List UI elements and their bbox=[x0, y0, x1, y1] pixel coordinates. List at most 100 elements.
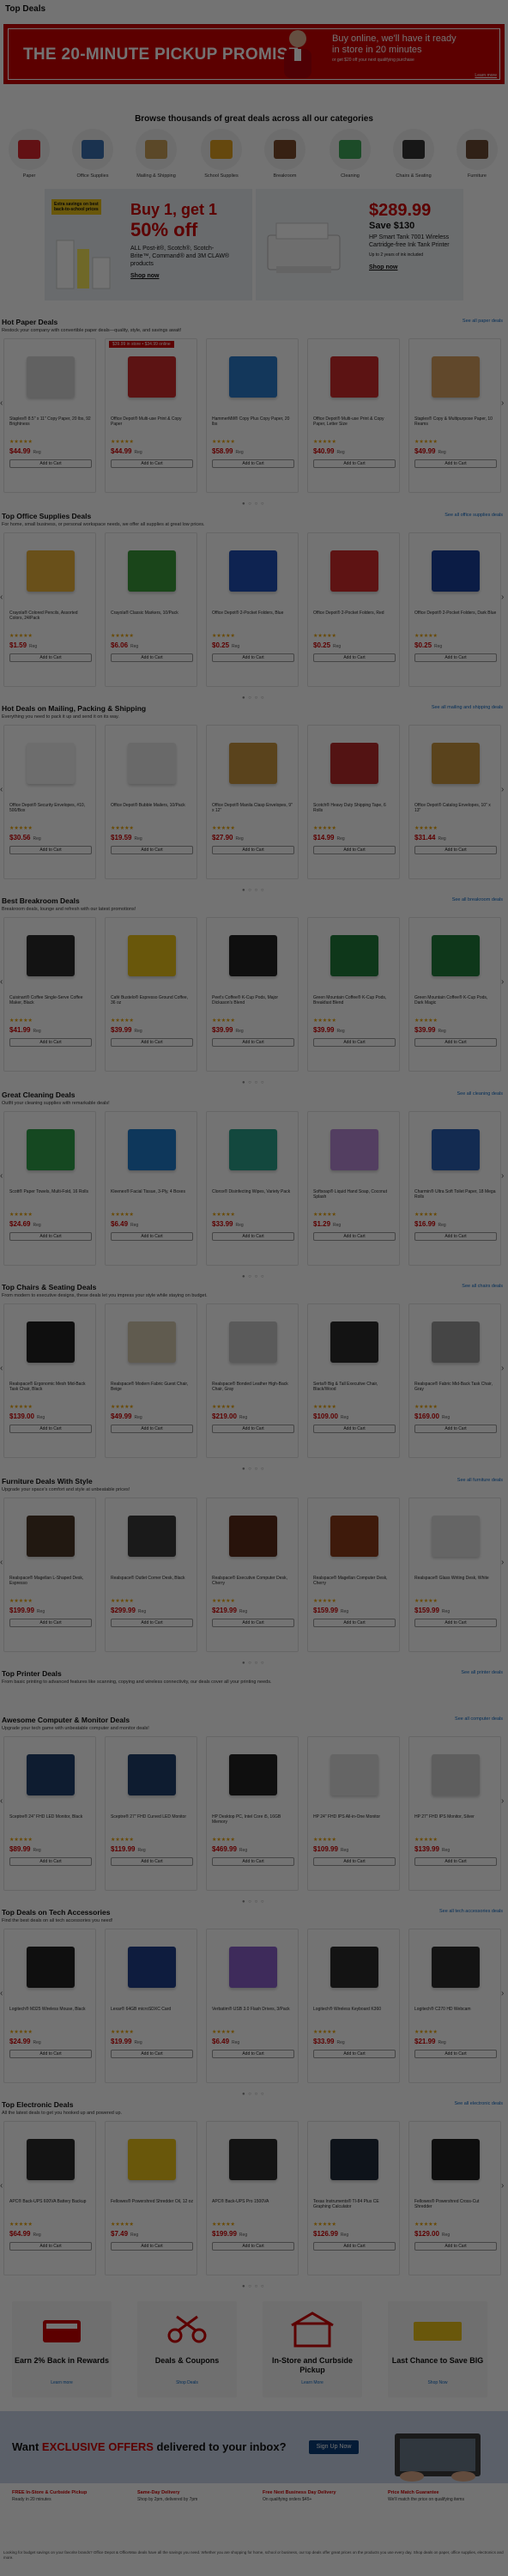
product-card[interactable]: Realspace® Modern Fabric Guest Chair, Be… bbox=[105, 1303, 197, 1458]
product-image[interactable] bbox=[15, 1509, 87, 1562]
benefit-item[interactable]: Same-Day Delivery Shop by 2pm, delivered … bbox=[137, 2490, 257, 2502]
product-name[interactable]: Sceptre® 27" FHD Curved LED Monitor bbox=[111, 1814, 193, 1820]
product-name[interactable]: Crayola® Colored Pencils, Assorted Color… bbox=[9, 611, 92, 621]
product-image[interactable] bbox=[318, 1747, 390, 1801]
add-to-cart-button[interactable]: Add to Cart bbox=[9, 2050, 92, 2058]
category-mailing-shipping[interactable]: Mailing & Shipping bbox=[130, 129, 182, 179]
carousel-dots[interactable]: ● ○ ○ ○ bbox=[242, 2284, 265, 2289]
product-image[interactable] bbox=[420, 1509, 492, 1562]
add-to-cart-button[interactable]: Add to Cart bbox=[9, 846, 92, 854]
product-image[interactable] bbox=[15, 1315, 87, 1368]
add-to-cart-button[interactable]: Add to Cart bbox=[111, 2242, 193, 2251]
product-image[interactable] bbox=[15, 736, 87, 789]
carousel-dots[interactable]: ● ○ ○ ○ bbox=[242, 1274, 265, 1279]
product-image[interactable] bbox=[15, 928, 87, 981]
product-card[interactable]: Softsoap® Liquid Hand Soap, Coconut Spla… bbox=[307, 1111, 400, 1266]
product-name[interactable]: Realspace® Magellan Computer Desk, Cherr… bbox=[313, 1576, 396, 1586]
carousel-dots[interactable]: ● ○ ○ ○ bbox=[242, 1080, 265, 1085]
carousel-prev-arrow[interactable]: ‹ bbox=[0, 785, 3, 794]
product-card[interactable]: Kleenex® Facial Tissue, 3-Ply, 4 Boxes ★★… bbox=[105, 1111, 197, 1266]
product-image[interactable] bbox=[217, 544, 289, 597]
product-image[interactable] bbox=[420, 1315, 492, 1368]
product-image[interactable] bbox=[116, 1747, 188, 1801]
see-all-link[interactable]: See all breakroom deals bbox=[452, 897, 503, 902]
tile-scissors[interactable]: Deals & Coupons Shop Deals bbox=[137, 2301, 237, 2397]
carousel-dots[interactable]: ● ○ ○ ○ bbox=[242, 1467, 265, 1472]
add-to-cart-button[interactable]: Add to Cart bbox=[212, 1425, 294, 1433]
product-name[interactable]: Office Depot® 2-Pocket Folders, Blue bbox=[212, 611, 294, 616]
product-card[interactable]: HP Desktop PC, Intel Core i5, 16GB Memor… bbox=[206, 1736, 299, 1891]
add-to-cart-button[interactable]: Add to Cart bbox=[313, 653, 396, 662]
add-to-cart-button[interactable]: Add to Cart bbox=[414, 1619, 497, 1627]
see-all-link[interactable]: See all computer deals bbox=[455, 1716, 503, 1722]
promo-post-it[interactable]: Extra savings on best back-to-school pri… bbox=[45, 189, 252, 301]
carousel-dots[interactable]: ● ○ ○ ○ bbox=[242, 1661, 265, 1666]
product-image[interactable] bbox=[15, 1940, 87, 1993]
product-card[interactable]: Realspace® Magellan L-Shaped Desk, Espre… bbox=[3, 1498, 96, 1652]
add-to-cart-button[interactable]: Add to Cart bbox=[414, 1425, 497, 1433]
product-name[interactable]: Green Mountain Coffee® K-Cup Pods, Dark … bbox=[414, 995, 497, 1005]
product-image[interactable] bbox=[217, 1315, 289, 1368]
product-name[interactable]: Scott® Paper Towels, Multi-Fold, 16 Roll… bbox=[9, 1189, 92, 1194]
product-card[interactable]: Realspace® Bonded Leather High-Back Chai… bbox=[206, 1303, 299, 1458]
product-image[interactable] bbox=[217, 2132, 289, 2185]
product-name[interactable]: Verbatim® USB 3.0 Flash Drives, 3/Pack bbox=[212, 2007, 294, 2012]
product-card[interactable]: Staples® Copy & Multipurpose Paper, 10 R… bbox=[408, 338, 501, 493]
product-name[interactable]: HP Desktop PC, Intel Core i5, 16GB Memor… bbox=[212, 1814, 294, 1825]
carousel-next-arrow[interactable]: › bbox=[501, 1989, 504, 1998]
product-name[interactable]: Lexar® 64GB microSDXC Card bbox=[111, 2007, 193, 2012]
product-name[interactable]: Clorox® Disinfecting Wipes, Variety Pack bbox=[212, 1189, 294, 1194]
product-card[interactable]: Fellowes® Powershred Cross-Cut Shredder ★… bbox=[408, 2121, 501, 2275]
carousel-dots[interactable]: ● ○ ○ ○ bbox=[242, 888, 265, 893]
product-name[interactable]: Realspace® Modern Fabric Guest Chair, Be… bbox=[111, 1382, 193, 1392]
add-to-cart-button[interactable]: Add to Cart bbox=[414, 846, 497, 854]
add-to-cart-button[interactable]: Add to Cart bbox=[9, 459, 92, 468]
product-card[interactable]: Café Bustelo® Espresso Ground Coffee, 36… bbox=[105, 917, 197, 1072]
tile-link[interactable]: Shop Now bbox=[388, 2380, 487, 2385]
add-to-cart-button[interactable]: Add to Cart bbox=[212, 2050, 294, 2058]
add-to-cart-button[interactable]: Add to Cart bbox=[9, 2242, 92, 2251]
product-name[interactable]: Staples® 8.5" x 11" Copy Paper, 20 lbs, … bbox=[9, 416, 92, 427]
product-image[interactable] bbox=[116, 1509, 188, 1562]
add-to-cart-button[interactable]: Add to Cart bbox=[111, 1425, 193, 1433]
product-card[interactable]: Sceptre® 27" FHD Curved LED Monitor ★★★★★… bbox=[105, 1736, 197, 1891]
see-all-link[interactable]: See all mailing and shipping deals bbox=[432, 705, 503, 710]
tile-link[interactable]: Learn more bbox=[12, 2380, 112, 2385]
promo-hp-printer[interactable]: $289.99 Save $130 HP Smart Tank 7001 Wir… bbox=[256, 189, 463, 301]
carousel-prev-arrow[interactable]: ‹ bbox=[0, 1989, 3, 1998]
add-to-cart-button[interactable]: Add to Cart bbox=[9, 1857, 92, 1866]
product-name[interactable]: Serta® Big & Tall Executive Chair, Black… bbox=[313, 1382, 396, 1392]
add-to-cart-button[interactable]: Add to Cart bbox=[414, 1038, 497, 1047]
product-image[interactable] bbox=[420, 544, 492, 597]
add-to-cart-button[interactable]: Add to Cart bbox=[414, 459, 497, 468]
product-name[interactable]: Fellowes® Powershred Shredder Oil, 12 oz bbox=[111, 2199, 193, 2204]
add-to-cart-button[interactable]: Add to Cart bbox=[414, 1232, 497, 1241]
product-image[interactable] bbox=[116, 1122, 188, 1176]
product-image[interactable] bbox=[217, 928, 289, 981]
product-image[interactable] bbox=[15, 2132, 87, 2185]
product-card[interactable]: Lexar® 64GB microSDXC Card ★★★★★ $19.99 Reg… bbox=[105, 1929, 197, 2083]
carousel-next-arrow[interactable]: › bbox=[501, 1171, 504, 1181]
product-card[interactable]: Office Depot® 2-Pocket Folders, Dark Blu… bbox=[408, 532, 501, 687]
carousel-dots[interactable]: ● ○ ○ ○ bbox=[242, 696, 265, 701]
product-card[interactable]: Office Depot® Bubble Mailers, 10/Pack ★★★… bbox=[105, 725, 197, 879]
tile-link[interactable]: Learn More bbox=[263, 2380, 362, 2385]
carousel-next-arrow[interactable]: › bbox=[501, 592, 504, 602]
product-name[interactable]: HP 24" FHD IPS All-in-One Monitor bbox=[313, 1814, 396, 1820]
see-all-link[interactable]: See all cleaning deals bbox=[457, 1091, 503, 1097]
product-name[interactable]: Realspace® Executive Computer Desk, Cher… bbox=[212, 1576, 294, 1586]
carousel-dots[interactable]: ● ○ ○ ○ bbox=[242, 2092, 265, 2097]
add-to-cart-button[interactable]: Add to Cart bbox=[212, 653, 294, 662]
product-card[interactable]: Office Depot® Multi-use Print & Copy Pap… bbox=[307, 338, 400, 493]
product-image[interactable] bbox=[318, 1509, 390, 1562]
product-card[interactable]: Logitech® M325 Wireless Mouse, Black ★★★★… bbox=[3, 1929, 96, 2083]
see-all-link[interactable]: See all electronic deals bbox=[454, 2101, 503, 2106]
carousel-prev-arrow[interactable]: ‹ bbox=[0, 1796, 3, 1806]
see-all-link[interactable]: See all paper deals bbox=[463, 319, 503, 324]
category-paper[interactable]: Paper bbox=[3, 129, 55, 179]
product-image[interactable] bbox=[116, 928, 188, 981]
product-name[interactable]: Office Depot® Multi-use Print & Copy Pap… bbox=[111, 416, 193, 427]
carousel-next-arrow[interactable]: › bbox=[501, 977, 504, 987]
product-image[interactable] bbox=[420, 736, 492, 789]
product-card[interactable]: Realspace® Executive Computer Desk, Cher… bbox=[206, 1498, 299, 1652]
